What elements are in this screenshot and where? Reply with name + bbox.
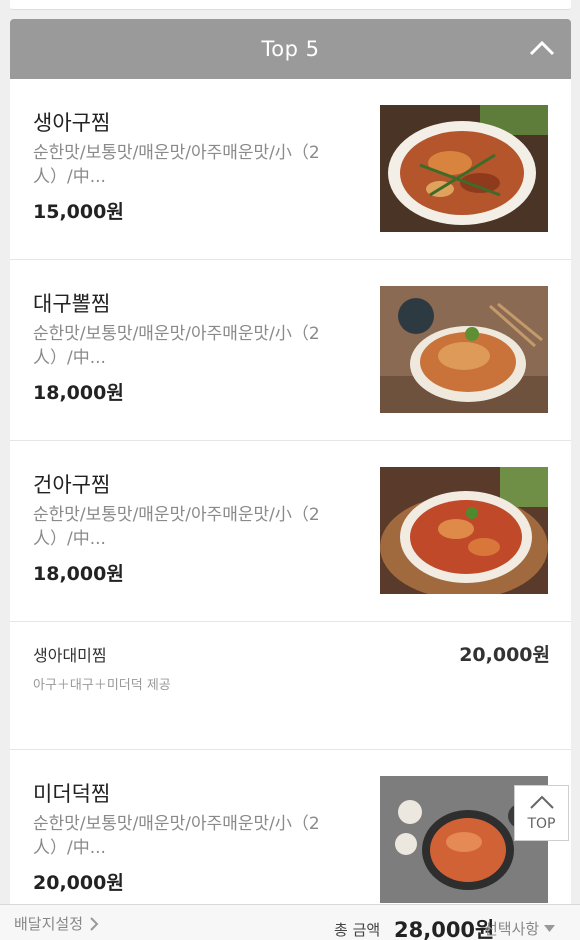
delivery-label: 배달지설정: [14, 915, 84, 933]
scroll-to-top-button[interactable]: TOP: [514, 785, 569, 841]
top5-section-header[interactable]: Top 5: [10, 19, 571, 79]
menu-page: Top 5 생아구찜 순한맛/보통맛/매운맛/아주매운맛/小（2人）/中... …: [0, 0, 580, 940]
menu-item[interactable]: 미더덕찜 순한맛/보통맛/매운맛/아주매운맛/小（2人）/中... 20,000…: [10, 750, 571, 904]
food-photo[interactable]: [380, 286, 548, 413]
top-label: TOP: [527, 816, 556, 832]
item-price: 15,000원: [33, 201, 124, 223]
item-name: 대구뽈찜: [33, 292, 111, 316]
item-description: 순한맛/보통맛/매운맛/아주매운맛/小（2人）/中...: [33, 814, 320, 858]
item-price: 18,000원: [33, 382, 124, 404]
item-name: 미더덕찜: [33, 782, 111, 806]
options-button[interactable]: 선택사항: [484, 918, 556, 939]
menu-item[interactable]: 대구뽈찜 순한맛/보통맛/매운맛/아주매운맛/小（2人）/中... 18,000…: [10, 260, 571, 441]
item-description: 순한맛/보통맛/매운맛/아주매운맛/小（2人）/中...: [33, 324, 320, 368]
menu-item[interactable]: 생아구찜 순한맛/보통맛/매운맛/아주매운맛/小（2人）/中... 15,000…: [10, 79, 571, 260]
options-label: 선택사항: [484, 920, 540, 938]
food-photo[interactable]: [380, 467, 548, 594]
item-description: 아구＋대구＋미더덕 제공: [33, 678, 171, 693]
menu-item[interactable]: 건아구찜 순한맛/보통맛/매운맛/아주매운맛/小（2人）/中... 18,000…: [10, 441, 571, 622]
menu-item[interactable]: 생아대미찜 20,000원 아구＋대구＋미더덕 제공: [10, 622, 571, 750]
item-description: 순한맛/보통맛/매운맛/아주매운맛/小（2人）/中...: [33, 505, 320, 549]
food-photo[interactable]: [380, 105, 548, 232]
menu-list: 생아구찜 순한맛/보통맛/매운맛/아주매운맛/小（2人）/中... 15,000…: [10, 79, 571, 904]
chevron-right-icon: [90, 916, 99, 931]
delivery-settings-link[interactable]: 배달지설정: [14, 913, 99, 934]
item-price: 18,000원: [33, 563, 124, 585]
item-price: 20,000원: [33, 872, 124, 894]
item-name: 건아구찜: [33, 473, 111, 497]
item-description: 순한맛/보통맛/매운맛/아주매운맛/小（2人）/中...: [33, 143, 320, 187]
total-amount: 28,000원: [394, 918, 495, 940]
section-title: Top 5: [261, 37, 320, 61]
total-label: 총 금액: [334, 921, 381, 939]
previous-section-card: [10, 0, 571, 10]
order-footer-bar: 배달지설정 총 금액 28,000원 선택사항: [0, 904, 580, 940]
caret-down-icon: [544, 925, 556, 932]
item-name: 생아대미찜: [33, 646, 107, 665]
item-name: 생아구찜: [33, 111, 111, 135]
chevron-up-icon: [529, 794, 555, 813]
item-price: 20,000원: [459, 644, 550, 666]
chevron-up-icon[interactable]: [527, 33, 557, 63]
